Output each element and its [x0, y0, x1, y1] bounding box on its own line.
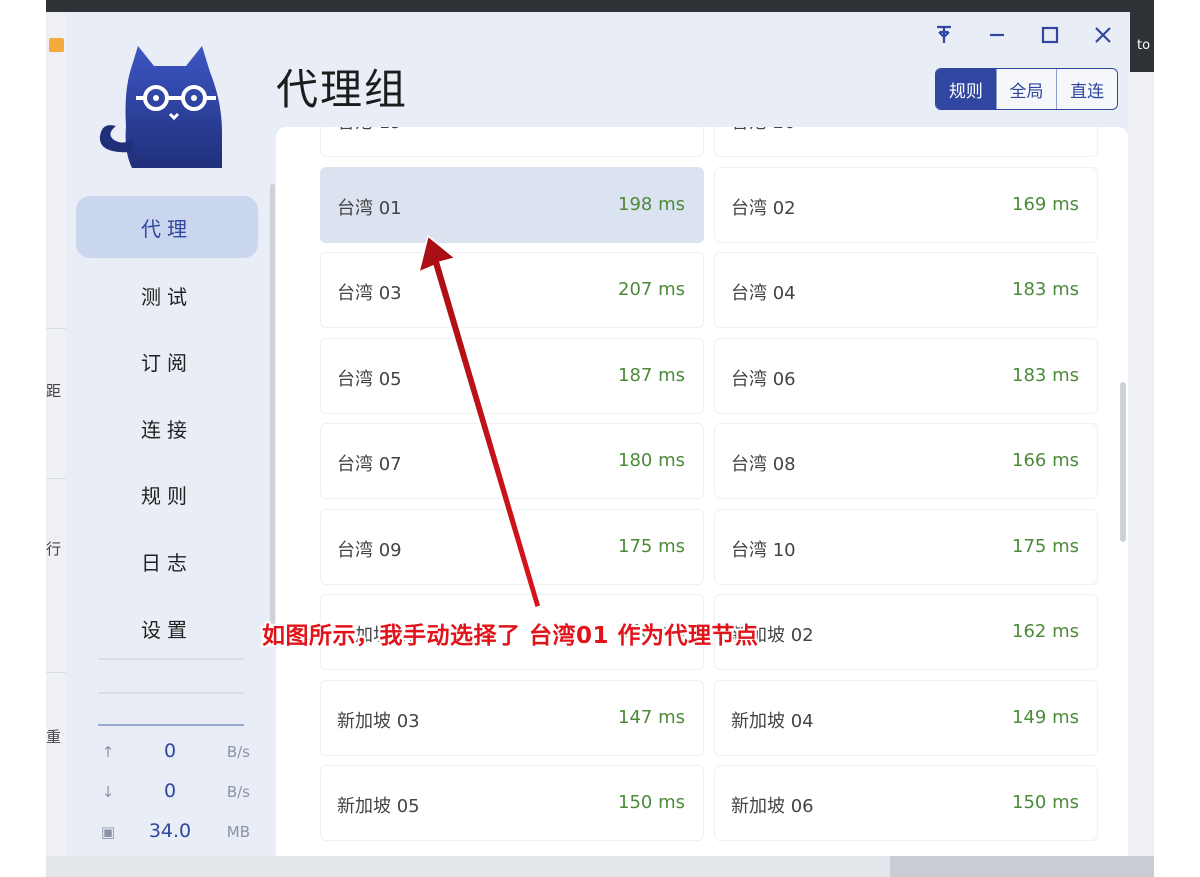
arrow-down-icon: ↓: [101, 783, 115, 801]
proxy-card[interactable]: 新加坡 04 149 ms: [714, 679, 1098, 756]
proxy-latency: 166 ms: [1012, 450, 1079, 471]
upload-speed-unit: B/s: [226, 743, 250, 761]
proxy-card[interactable]: 台湾 03 207 ms: [320, 252, 704, 328]
memory-usage-unit: MB: [226, 823, 250, 841]
background-text-fragment: 重: [46, 728, 62, 746]
proxy-card[interactable]: 香港 20 125 ms: [714, 127, 1098, 157]
memory-usage-value: 34.0: [148, 820, 192, 842]
proxy-name: 香港 20: [731, 127, 796, 134]
proxy-latency: 183 ms: [1012, 364, 1079, 386]
maximize-icon[interactable]: [1032, 20, 1068, 50]
nav-item-test[interactable]: 测试: [76, 264, 258, 326]
background-text-fragment: 距: [46, 382, 62, 400]
proxy-latency: 207 ms: [618, 279, 685, 300]
arrow-up-icon: ↑: [101, 743, 115, 761]
proxy-name: 新加坡 04: [731, 710, 814, 732]
proxy-name: 台湾 07: [337, 454, 402, 475]
memory-chip-icon: ▣: [100, 823, 116, 841]
proxy-name: 新加坡 03: [337, 710, 420, 732]
download-speed: ↓ 0 B/s: [94, 780, 254, 806]
proxy-latency: 132 ms: [618, 127, 685, 129]
proxy-card[interactable]: 香港 19 132 ms: [320, 127, 704, 157]
minimize-icon[interactable]: [979, 20, 1015, 50]
proxy-list-scrollbar[interactable]: [1120, 382, 1126, 542]
nav-item-proxy[interactable]: 代理: [76, 196, 258, 258]
proxy-card[interactable]: 新加坡 03 147 ms: [320, 679, 704, 756]
proxy-name: 台湾 09: [337, 539, 402, 561]
sidebar-divider: [98, 658, 244, 660]
page-title: 代理组: [276, 65, 409, 114]
annotation-caption: 如图所示，我手动选择了 台湾01 作为代理节点: [262, 623, 759, 649]
proxy-name: 台湾 05: [337, 368, 402, 390]
nav-item-logs[interactable]: 日志: [76, 530, 258, 592]
nav-item-rules[interactable]: 规则: [76, 463, 258, 525]
proxy-latency: 162 ms: [1012, 621, 1079, 642]
proxy-card[interactable]: 台湾 04 183 ms: [714, 252, 1098, 328]
proxy-card[interactable]: 新加坡 02 162 ms: [714, 594, 1098, 670]
proxy-latency: 147 ms: [618, 706, 685, 728]
proxy-latency: 183 ms: [1012, 279, 1079, 300]
background-text-fragment: to: [1137, 38, 1151, 53]
background-divider: [46, 672, 66, 673]
proxy-latency: 175 ms: [1012, 535, 1079, 557]
upload-speed-value: 0: [163, 740, 177, 762]
proxy-card[interactable]: 台湾 07 180 ms: [320, 423, 704, 499]
proxy-list-panel: 香港 19 132 ms 香港 20 125 ms 台湾 01 198 ms 台湾 02 16…: [276, 127, 1128, 856]
proxy-mode-switch: 规则 全局 直连: [935, 68, 1118, 110]
proxy-latency: 187 ms: [618, 364, 685, 386]
background-divider: [46, 328, 66, 329]
proxy-name: 台湾 10: [731, 539, 796, 561]
proxy-latency: 175 ms: [618, 535, 685, 557]
sidebar-scrollbar[interactable]: [270, 184, 275, 624]
nav-item-connections[interactable]: 连接: [76, 397, 258, 459]
close-icon[interactable]: [1085, 20, 1121, 50]
proxy-name: 台湾 04: [731, 283, 796, 304]
nav-item-subscription[interactable]: 订阅: [76, 330, 258, 392]
background-divider: [46, 478, 66, 479]
proxy-name: 新加坡 05: [337, 796, 420, 817]
memory-usage: ▣ 34.0 MB: [94, 820, 254, 846]
upload-speed: ↑ 0 B/s: [94, 740, 254, 766]
proxy-card[interactable]: 台湾 09 175 ms: [320, 508, 704, 585]
proxy-latency: 169 ms: [1012, 193, 1079, 215]
proxy-name: 新加坡 06: [731, 796, 814, 817]
proxy-name: 台湾 06: [731, 368, 796, 390]
proxy-name: 台湾 03: [337, 283, 402, 304]
proxy-card[interactable]: 台湾 02 169 ms: [714, 166, 1098, 243]
proxy-card[interactable]: 新加坡 06 150 ms: [714, 765, 1098, 841]
proxy-card[interactable]: 台湾 06 183 ms: [714, 337, 1098, 414]
traffic-graph-baseline: [98, 724, 244, 726]
download-speed-value: 0: [163, 780, 177, 802]
proxy-latency: 180 ms: [618, 450, 685, 471]
proxy-card[interactable]: 台湾 01 198 ms: [320, 166, 704, 243]
proxy-latency: 150 ms: [618, 792, 685, 813]
proxy-name: 台湾 01: [337, 197, 402, 219]
proxy-card[interactable]: 新加坡 05 150 ms: [320, 765, 704, 841]
background-app-icon: [49, 38, 64, 52]
sidebar-divider: [98, 692, 244, 694]
mode-global-button[interactable]: 全局: [995, 69, 1057, 109]
pin-icon[interactable]: [926, 20, 962, 50]
proxy-latency: 150 ms: [1012, 792, 1079, 813]
nav-item-settings[interactable]: 设置: [76, 597, 258, 659]
mode-rule-button[interactable]: 规则: [936, 69, 996, 109]
proxy-card[interactable]: 台湾 05 187 ms: [320, 337, 704, 414]
proxy-name: 香港 19: [337, 127, 402, 134]
proxy-card[interactable]: 台湾 08 166 ms: [714, 423, 1098, 499]
cat-logo-icon: [99, 46, 222, 168]
background-topbar: [46, 0, 1154, 12]
background-bottom-block: [890, 856, 1154, 877]
proxy-latency: 149 ms: [1012, 706, 1079, 728]
proxy-card[interactable]: 台湾 10 175 ms: [714, 508, 1098, 585]
proxy-name: 台湾 08: [731, 454, 796, 475]
proxy-latency: 125 ms: [1012, 127, 1079, 129]
sidebar: 代理 测试 订阅 连接 规则 日志 设置 ↑ 0 B/s ↓ 0 B/s ▣ 3…: [66, 12, 272, 856]
proxy-latency: 198 ms: [618, 193, 685, 215]
proxy-name: 台湾 02: [731, 197, 796, 219]
background-text-fragment: 行: [46, 540, 62, 558]
mode-direct-button[interactable]: 直连: [1056, 69, 1117, 109]
proxy-app-window: 代理 测试 订阅 连接 规则 日志 设置 ↑ 0 B/s ↓ 0 B/s ▣ 3…: [66, 12, 1129, 856]
download-speed-unit: B/s: [226, 783, 250, 801]
